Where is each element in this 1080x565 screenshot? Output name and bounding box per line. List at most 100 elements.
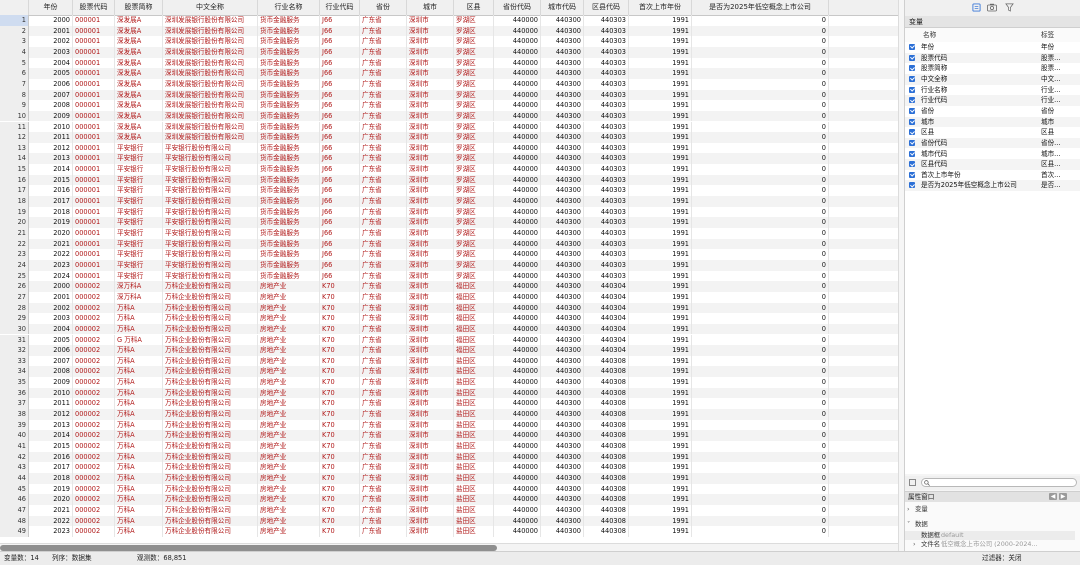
table-cell[interactable]: 000001 bbox=[73, 121, 115, 133]
table-row[interactable]: 6 2005 000001 深发展A 深圳发展银行股份有限公司 货币金融服务 J66 广东省深… bbox=[0, 68, 898, 79]
table-cell[interactable]: 万科A bbox=[115, 462, 163, 473]
table-cell[interactable]: 房地产业 bbox=[258, 515, 320, 527]
table-cell[interactable]: J66 bbox=[320, 25, 360, 37]
table-cell[interactable]: 福田区 bbox=[454, 323, 494, 335]
table-cell[interactable]: 440300 bbox=[541, 36, 584, 47]
table-cell[interactable]: 深圳发展银行股份有限公司 bbox=[163, 36, 258, 47]
table-cell[interactable]: 广东省 bbox=[360, 142, 407, 154]
table-row[interactable]: 48 2022 000002 万科A 万科企业股份有限公司 房地产业 K70 广东省 深圳市 盐田… bbox=[0, 515, 898, 527]
table-cell[interactable]: 2001 bbox=[29, 291, 73, 303]
table-cell[interactable]: 万科企业股份有限公司 bbox=[163, 281, 258, 292]
table-cell[interactable]: 罗湖区 bbox=[454, 228, 494, 239]
table-cell[interactable]: 000001 bbox=[73, 100, 115, 111]
table-cell[interactable]: 万科A bbox=[115, 515, 163, 527]
table-cell[interactable]: 0 bbox=[692, 387, 829, 399]
table-cell[interactable]: 深圳市 bbox=[407, 334, 454, 346]
table-row[interactable]: 4 2003 000001 深发展A 深圳发展银行股份有限公司 货币金融服务 J66 广东省深… bbox=[0, 46, 898, 58]
table-cell[interactable]: 1991 bbox=[629, 430, 692, 441]
row-number[interactable]: 9 bbox=[0, 100, 29, 111]
variable-checkbox[interactable] bbox=[909, 54, 915, 61]
table-cell[interactable]: 440300 bbox=[541, 504, 584, 516]
table-cell[interactable]: K70 bbox=[320, 345, 360, 356]
table-cell[interactable]: 2015 bbox=[29, 174, 73, 186]
row-number[interactable]: 25 bbox=[0, 270, 29, 282]
table-row[interactable]: 30 2004 000002 万科A 万科企业股份有限公司 房地产业 K70 广东省 深圳市 福田… bbox=[0, 323, 898, 335]
table-cell[interactable]: 房地产业 bbox=[258, 366, 320, 378]
row-number[interactable]: 20 bbox=[0, 217, 29, 228]
table-cell[interactable]: 房地产业 bbox=[258, 387, 320, 399]
table-cell[interactable]: 440000 bbox=[494, 153, 541, 165]
row-number[interactable]: 33 bbox=[0, 355, 29, 367]
row-number[interactable]: 36 bbox=[0, 387, 29, 399]
table-cell[interactable]: 货币金融服务 bbox=[258, 206, 320, 218]
table-cell[interactable]: 440300 bbox=[541, 355, 584, 367]
table-cell[interactable]: 440300 bbox=[541, 25, 584, 37]
table-cell[interactable]: 万科A bbox=[115, 398, 163, 410]
variable-item[interactable]: 年份 年份 bbox=[905, 42, 1080, 53]
row-number[interactable]: 26 bbox=[0, 281, 29, 292]
table-cell[interactable]: 罗湖区 bbox=[454, 89, 494, 101]
row-number[interactable]: 17 bbox=[0, 185, 29, 197]
table-row[interactable]: 42 2016 000002 万科A 万科企业股份有限公司 房地产业 K70 广东省 深圳市 盐田… bbox=[0, 451, 898, 463]
table-cell[interactable]: 0 bbox=[692, 366, 829, 378]
table-cell[interactable]: 0 bbox=[692, 313, 829, 324]
table-cell[interactable]: 万科企业股份有限公司 bbox=[163, 291, 258, 303]
table-cell[interactable]: 2016 bbox=[29, 451, 73, 463]
variables-list[interactable]: 年份 年份 股票代码 股票... 股票简称 股票... 中文全称 中文... 行业名称 行业...… bbox=[905, 42, 1080, 474]
table-cell[interactable]: 440303 bbox=[584, 217, 629, 228]
table-cell[interactable]: K70 bbox=[320, 441, 360, 452]
variable-item[interactable]: 行业代码 行业... bbox=[905, 95, 1080, 106]
table-cell[interactable]: 440300 bbox=[541, 132, 584, 143]
table-cell[interactable]: 平安银行 bbox=[115, 238, 163, 250]
table-cell[interactable]: 440308 bbox=[584, 515, 629, 527]
table-cell[interactable]: 0 bbox=[692, 196, 829, 207]
table-cell[interactable]: 万科企业股份有限公司 bbox=[163, 504, 258, 516]
table-cell[interactable]: 2007 bbox=[29, 89, 73, 101]
table-cell[interactable]: 房地产业 bbox=[258, 462, 320, 473]
table-cell[interactable]: 房地产业 bbox=[258, 281, 320, 292]
table-cell[interactable]: 罗湖区 bbox=[454, 46, 494, 58]
table-cell[interactable]: 万科A bbox=[115, 366, 163, 378]
table-cell[interactable]: 440303 bbox=[584, 238, 629, 250]
table-cell[interactable]: 0 bbox=[692, 68, 829, 79]
table-cell[interactable]: 2013 bbox=[29, 153, 73, 165]
table-cell[interactable]: 广东省 bbox=[360, 121, 407, 133]
table-cell[interactable]: 440300 bbox=[541, 259, 584, 271]
table-cell[interactable]: 000002 bbox=[73, 472, 115, 484]
table-cell[interactable]: 2023 bbox=[29, 526, 73, 537]
table-cell[interactable]: 深圳市 bbox=[407, 174, 454, 186]
table-cell[interactable]: 房地产业 bbox=[258, 526, 320, 537]
table-cell[interactable]: 1991 bbox=[629, 142, 692, 154]
table-cell[interactable]: 平安银行 bbox=[115, 228, 163, 239]
table-cell[interactable]: 广东省 bbox=[360, 462, 407, 473]
table-cell[interactable]: 440000 bbox=[494, 419, 541, 431]
table-cell[interactable]: 货币金融服务 bbox=[258, 196, 320, 207]
table-cell[interactable]: 平安银行 bbox=[115, 164, 163, 175]
table-cell[interactable]: 广东省 bbox=[360, 110, 407, 122]
table-cell[interactable]: J66 bbox=[320, 206, 360, 218]
table-cell[interactable]: 000002 bbox=[73, 334, 115, 346]
prev-arrow-icon[interactable]: ◀ bbox=[1049, 493, 1057, 500]
row-number[interactable]: 31 bbox=[0, 334, 29, 346]
table-cell[interactable]: 2013 bbox=[29, 419, 73, 431]
table-cell[interactable]: 深圳市 bbox=[407, 302, 454, 314]
table-cell[interactable]: J66 bbox=[320, 89, 360, 101]
table-cell[interactable]: 2011 bbox=[29, 132, 73, 143]
table-cell[interactable]: 440000 bbox=[494, 164, 541, 175]
table-cell[interactable]: 万科企业股份有限公司 bbox=[163, 313, 258, 324]
table-row[interactable]: 18 2017 000001 平安银行 平安银行股份有限公司 货币金融服务 J66 广东省 深圳… bbox=[0, 196, 898, 207]
variable-item[interactable]: 是否为2025年低空概念上市公司 是否... bbox=[905, 180, 1080, 192]
table-cell[interactable]: K70 bbox=[320, 387, 360, 399]
table-cell[interactable]: 1991 bbox=[629, 462, 692, 473]
table-cell[interactable]: K70 bbox=[320, 526, 360, 537]
table-cell[interactable]: 1991 bbox=[629, 334, 692, 346]
table-cell[interactable]: 1991 bbox=[629, 355, 692, 367]
table-cell[interactable]: 000001 bbox=[73, 57, 115, 69]
variable-checkbox[interactable] bbox=[909, 97, 915, 104]
table-cell[interactable]: 房地产业 bbox=[258, 313, 320, 324]
table-cell[interactable]: 1991 bbox=[629, 483, 692, 495]
table-cell[interactable]: 深圳市 bbox=[407, 313, 454, 324]
table-cell[interactable]: 0 bbox=[692, 57, 829, 69]
table-cell[interactable]: 深圳发展银行股份有限公司 bbox=[163, 110, 258, 122]
table-cell[interactable]: 房地产业 bbox=[258, 334, 320, 346]
